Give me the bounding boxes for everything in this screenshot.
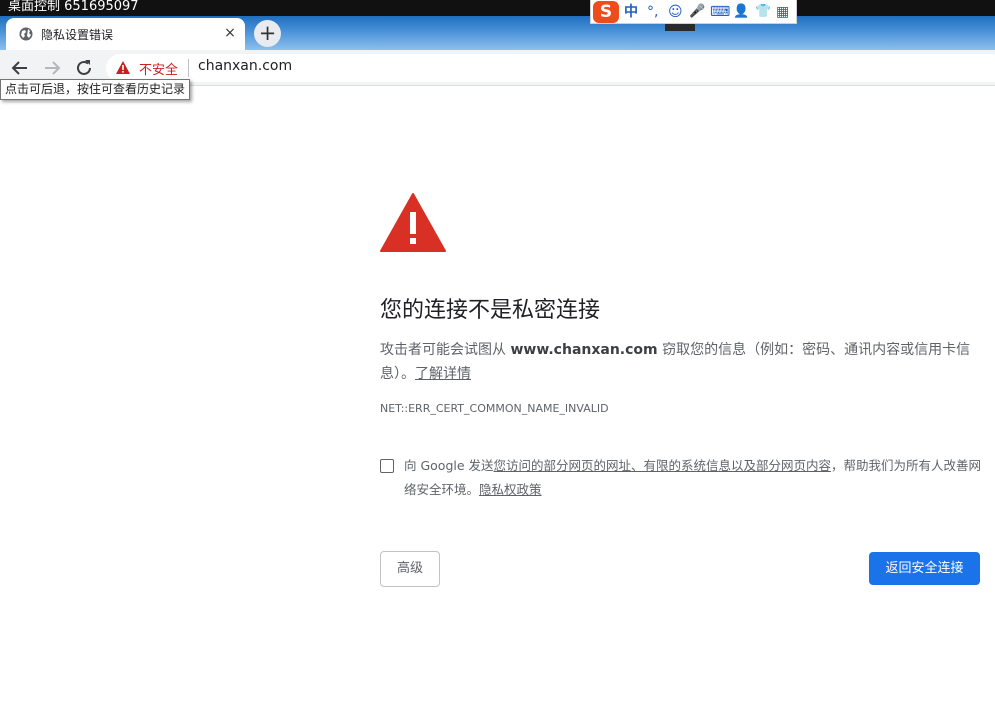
back-arrow-icon[interactable] xyxy=(8,56,32,80)
sogou-logo-icon[interactable]: S xyxy=(593,1,619,23)
ime-toolbar: S 中 °, ☺ 🎤 ⌨ 👤 👕 ▦ xyxy=(590,0,797,24)
user-icon[interactable]: 👤 xyxy=(733,4,749,20)
optin-checkbox[interactable] xyxy=(380,459,394,473)
tab-strip: 隐私设置错误 × + xyxy=(0,16,995,50)
skin-icon[interactable]: 👕 xyxy=(755,4,771,20)
not-secure-label[interactable]: 不安全 xyxy=(139,59,178,78)
optin-label: 向 Google 发送您访问的部分网页的网址、有限的系统信息以及部分网页内容，帮… xyxy=(404,454,984,502)
privacy-policy-link[interactable]: 隐私权政策 xyxy=(479,482,542,497)
back-button-tooltip: 点击可后退，按住可查看历史记录 xyxy=(0,79,191,100)
ime-punctuation-toggle[interactable]: °, xyxy=(647,4,658,20)
toolbox-grid-icon[interactable]: ▦ xyxy=(776,4,789,20)
advanced-button[interactable]: 高级 xyxy=(380,551,440,587)
explanation-text: 攻击者可能会试图从 xyxy=(380,342,511,358)
microphone-icon[interactable]: 🎤 xyxy=(689,4,705,20)
remote-control-title: 桌面控制 651695097 xyxy=(8,0,139,14)
warning-triangle-icon[interactable] xyxy=(115,60,131,75)
optin-details-link[interactable]: 您访问的部分网页的网址、有限的系统信息以及部分网页内容 xyxy=(494,458,832,473)
learn-more-link[interactable]: 了解详情 xyxy=(415,366,471,382)
address-bar[interactable]: 不安全 chanxan.com xyxy=(106,54,995,82)
ime-mode-toggle[interactable]: 中 xyxy=(624,4,638,20)
tab-privacy-error[interactable]: 隐私设置错误 × xyxy=(6,18,245,50)
forward-arrow-icon[interactable] xyxy=(40,56,64,80)
reload-icon[interactable] xyxy=(72,56,96,80)
tab-close-icon[interactable]: × xyxy=(222,25,238,41)
remote-control-bar: 桌面控制 651695097 xyxy=(0,0,995,16)
globe-icon xyxy=(19,27,33,41)
domain-name: www.chanxan.com xyxy=(510,342,658,358)
address-divider xyxy=(188,59,189,77)
tab-title: 隐私设置错误 xyxy=(41,28,114,42)
optin-prefix: 向 Google 发送 xyxy=(404,458,494,473)
url-text[interactable]: chanxan.com xyxy=(198,58,292,74)
keyboard-icon[interactable]: ⌨ xyxy=(710,4,730,20)
error-explanation: 攻击者可能会试图从 www.chanxan.com 窃取您的信息（例如：密码、通… xyxy=(380,338,980,386)
security-warning-icon xyxy=(380,193,446,252)
page-title: 您的连接不是私密连接 xyxy=(380,298,601,323)
back-to-safety-button[interactable]: 返回安全连接 xyxy=(869,552,980,585)
error-code: NET::ERR_CERT_COMMON_NAME_INVALID xyxy=(380,402,609,415)
emoji-icon[interactable]: ☺ xyxy=(668,4,683,20)
new-tab-button[interactable]: + xyxy=(254,20,281,47)
